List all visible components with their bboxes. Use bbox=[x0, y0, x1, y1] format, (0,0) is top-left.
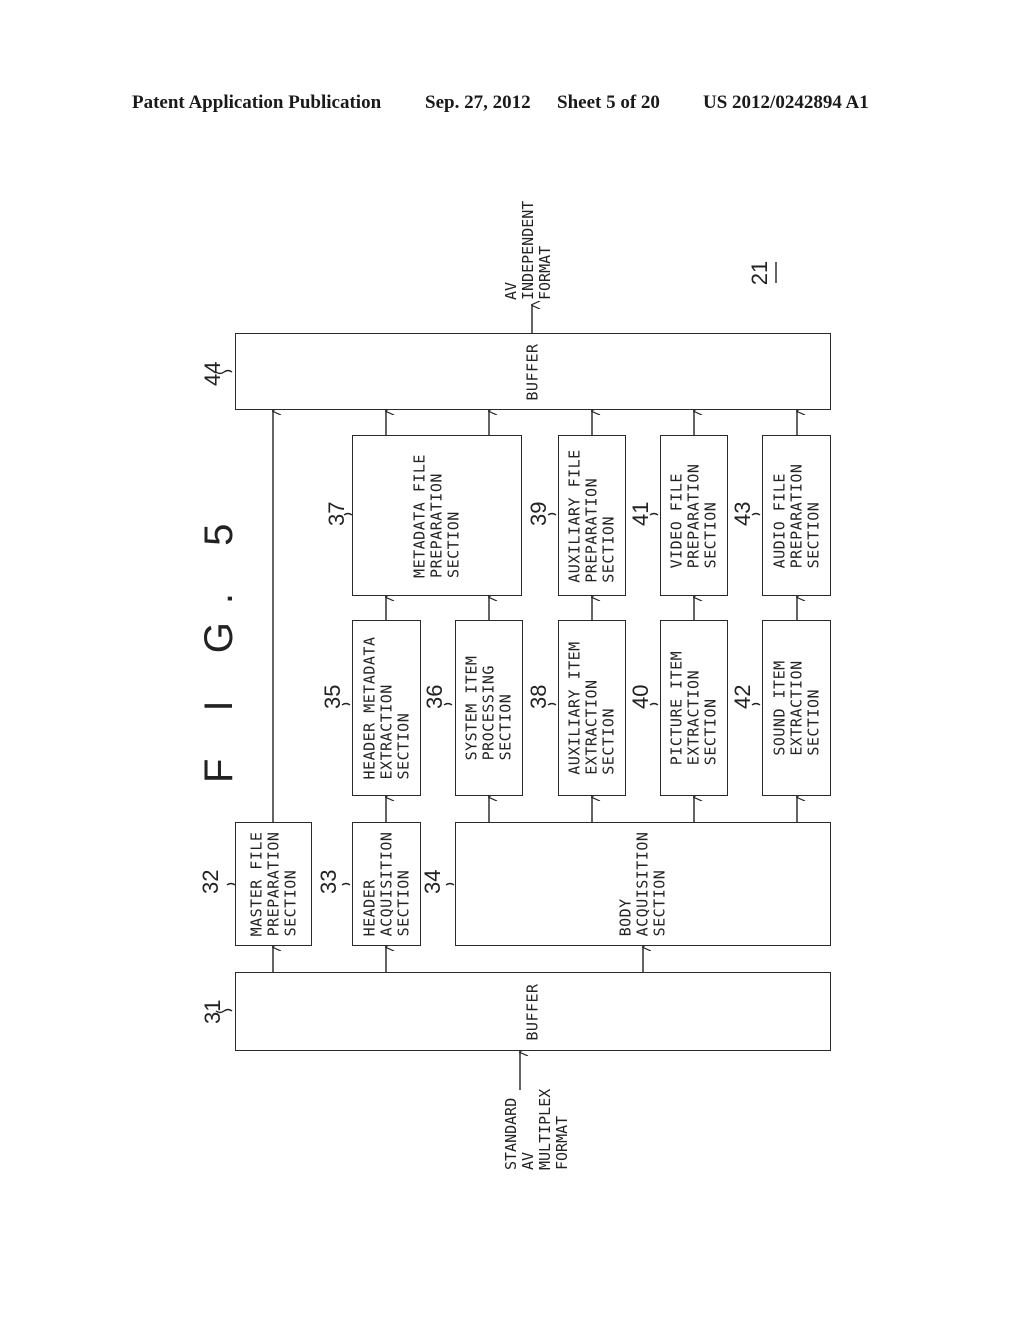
block-43-label: AUDIO FILE PREPARATION SECTION bbox=[770, 463, 822, 568]
ref-36: 36 bbox=[422, 684, 447, 709]
block-31-label: BUFFER bbox=[523, 982, 542, 1041]
ref-31: 31 bbox=[200, 999, 225, 1024]
ref-40: 40 bbox=[628, 684, 653, 709]
block-39-auxiliary-file-prep: AUXILIARY FILE PREPARATION SECTION bbox=[558, 435, 626, 596]
ref-34: 34 bbox=[420, 869, 445, 894]
ref-32: 32 bbox=[198, 869, 223, 894]
block-38-label: AUXILIARY ITEM EXTRACTION SECTION bbox=[565, 641, 618, 775]
block-41-label: VIDEO FILE PREPARATION SECTION bbox=[667, 463, 720, 568]
block-33-header-acquisition: HEADER ACQUISITION SECTION bbox=[352, 822, 421, 946]
block-44-buffer: BUFFER bbox=[235, 333, 831, 410]
block-42-label: SOUND ITEM EXTRACTION SECTION bbox=[770, 660, 822, 756]
block-34-label: BODY ACQUISITION SECTION bbox=[616, 831, 669, 937]
block-32-label: MASTER FILE PREPARATION SECTION bbox=[247, 831, 299, 937]
ref-37: 37 bbox=[324, 501, 349, 526]
block-38-auxiliary-item-extraction: AUXILIARY ITEM EXTRACTION SECTION bbox=[558, 620, 626, 796]
block-39-label: AUXILIARY FILE PREPARATION SECTION bbox=[565, 448, 618, 583]
block-36-label: SYSTEM ITEM PROCESSING SECTION bbox=[462, 655, 515, 761]
block-37-label: METADATA FILE PREPARATION SECTION bbox=[410, 453, 463, 578]
block-43-audio-file-prep: AUDIO FILE PREPARATION SECTION bbox=[762, 435, 831, 596]
ref-43: 43 bbox=[730, 501, 755, 526]
block-40-picture-item-extraction: PICTURE ITEM EXTRACTION SECTION bbox=[660, 620, 728, 796]
ref-41: 41 bbox=[628, 501, 653, 526]
ref-35: 35 bbox=[320, 684, 345, 709]
leader-34 bbox=[445, 882, 455, 886]
device-ref: 21 bbox=[747, 260, 772, 286]
block-42-sound-item-extraction: SOUND ITEM EXTRACTION SECTION bbox=[762, 620, 831, 796]
ref-44: 44 bbox=[200, 361, 225, 386]
block-34-body-acquisition: BODY ACQUISITION SECTION bbox=[455, 822, 831, 946]
ref-42: 42 bbox=[730, 684, 755, 709]
block-37-metadata-file-prep: METADATA FILE PREPARATION SECTION bbox=[352, 435, 522, 596]
leader-32 bbox=[226, 882, 236, 886]
block-41-video-file-prep: VIDEO FILE PREPARATION SECTION bbox=[660, 435, 728, 596]
block-35-label: HEADER METADATA EXTRACTION SECTION bbox=[360, 636, 412, 780]
ref-33: 33 bbox=[316, 869, 341, 894]
block-32-master-file-prep: MASTER FILE PREPARATION SECTION bbox=[235, 822, 312, 946]
block-44-label: BUFFER bbox=[523, 342, 542, 401]
block-36-system-item-processing: SYSTEM ITEM PROCESSING SECTION bbox=[455, 620, 523, 796]
figure-title: F I G. 5 bbox=[197, 505, 241, 783]
input-label: STANDARD AV MULTIPLEX FORMAT bbox=[502, 1088, 571, 1170]
ref-38: 38 bbox=[526, 684, 551, 709]
block-31-buffer: BUFFER bbox=[235, 972, 831, 1051]
block-33-label: HEADER ACQUISITION SECTION bbox=[360, 831, 412, 937]
output-label: AV INDEPENDENT FORMAT bbox=[502, 200, 554, 300]
block-35-header-metadata-extraction: HEADER METADATA EXTRACTION SECTION bbox=[352, 620, 421, 796]
block-40-label: PICTURE ITEM EXTRACTION SECTION bbox=[667, 650, 720, 766]
leader-33 bbox=[341, 882, 351, 886]
ref-39: 39 bbox=[526, 501, 551, 526]
